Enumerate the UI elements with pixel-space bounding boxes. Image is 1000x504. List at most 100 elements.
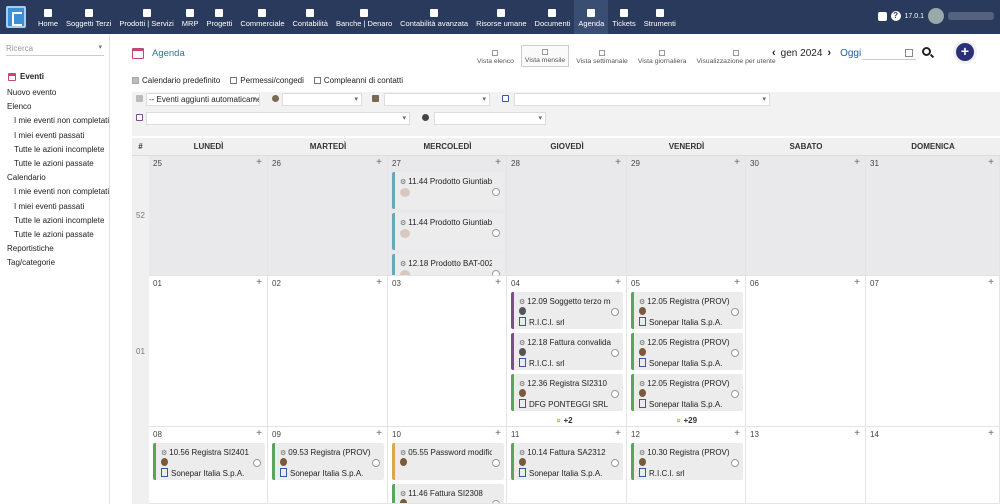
sidebar-item[interactable]: Calendario [0, 171, 110, 185]
add-event-in-day-button[interactable]: + [376, 277, 382, 288]
day-cell[interactable]: 25 + [149, 156, 268, 276]
day-cell[interactable]: 29 + [627, 156, 746, 276]
calendar-event[interactable]: 11.44 Prodotto Giuntiabc [392, 172, 504, 209]
day-cell[interactable]: 08 +10.56 Registra SI2401 Sonepar Italia S… [149, 427, 268, 504]
calendar-event[interactable]: 12.05 Registra (PROV) Sonepar Italia S.p.… [631, 333, 743, 370]
calendar-event[interactable]: 12.05 Registra (PROV) Sonepar Italia S.p.… [631, 292, 743, 329]
add-event-in-day-button[interactable]: + [256, 277, 262, 288]
day-cell[interactable]: 27 +11.44 Prodotto Giuntiabc 11.44 Prodott… [388, 156, 507, 276]
next-month-button[interactable]: › [827, 47, 831, 59]
sidebar-item[interactable]: Tutte le azioni passate [0, 228, 110, 242]
add-event-in-day-button[interactable]: + [376, 157, 382, 168]
event-company[interactable]: R.I.C.I. srl [519, 358, 565, 368]
prev-month-button[interactable]: ‹ [772, 47, 776, 59]
day-cell[interactable]: 13 + [746, 427, 866, 504]
add-event-in-day-button[interactable]: + [854, 428, 860, 439]
calendar-event[interactable]: 12.36 Registra SI2310 DFG PONTEGGI SRL [511, 374, 623, 411]
day-cell[interactable]: 02 + [268, 276, 388, 427]
add-event-in-day-button[interactable]: + [615, 428, 621, 439]
checkbox[interactable] [132, 77, 139, 84]
add-event-in-day-button[interactable]: + [376, 428, 382, 439]
app-logo[interactable] [6, 6, 26, 28]
nav-item-mrp[interactable]: MRP [178, 0, 203, 34]
add-event-in-day-button[interactable]: + [734, 157, 740, 168]
add-event-in-day-button[interactable]: + [854, 277, 860, 288]
view-button[interactable]: Vista settimanale [573, 45, 631, 67]
day-cell[interactable]: 12 +10.30 Registra (PROV) R.I.C.I. srl [627, 427, 746, 504]
calendar-event[interactable]: 10.30 Registra (PROV) R.I.C.I. srl [631, 443, 743, 480]
calendar-toggle[interactable]: Compleanni di contatti [313, 76, 403, 85]
calendar-toggle[interactable]: Calendario predefinito [132, 76, 220, 85]
event-company[interactable]: Sonepar Italia S.p.A. [161, 468, 244, 478]
nav-item-contabilit-[interactable]: Contabilità [289, 0, 332, 34]
complete-toggle[interactable] [492, 500, 500, 503]
sidebar-item[interactable]: Nuovo evento [0, 86, 110, 100]
nav-item-strumenti[interactable]: Strumenti [640, 0, 680, 34]
calendar-event[interactable]: 10.56 Registra SI2401 Sonepar Italia S.p.… [153, 443, 265, 480]
complete-toggle[interactable] [611, 459, 619, 467]
day-cell[interactable]: 01 + [149, 276, 268, 427]
complete-toggle[interactable] [731, 308, 739, 316]
complete-toggle[interactable] [611, 390, 619, 398]
calendar-event[interactable]: 12.09 Soggetto terzo modificato R.I.C.I. … [511, 292, 623, 329]
user-filter-select[interactable] [282, 93, 362, 106]
printer-icon[interactable] [877, 11, 887, 21]
calendar-event[interactable]: 12.18 Prodotto BAT-0021 [392, 254, 504, 275]
sidebar-item[interactable]: Tutte le azioni incomplete [0, 214, 110, 228]
add-event-in-day-button[interactable]: + [854, 157, 860, 168]
complete-toggle[interactable] [492, 229, 500, 237]
day-cell[interactable]: 07 + [866, 276, 1000, 427]
add-event-in-day-button[interactable]: + [256, 428, 262, 439]
sidebar-item[interactable]: Tag/categorie [0, 256, 110, 270]
add-event-in-day-button[interactable]: + [495, 157, 501, 168]
nav-item-documenti[interactable]: Documenti [531, 0, 575, 34]
day-cell[interactable]: 05 +12.05 Registra (PROV) Sonepar Italia S… [627, 276, 746, 427]
event-company[interactable]: Sonepar Italia S.p.A. [639, 317, 722, 327]
add-event-in-day-button[interactable]: + [256, 157, 262, 168]
day-cell[interactable]: 06 + [746, 276, 866, 427]
add-event-in-day-button[interactable]: + [495, 428, 501, 439]
complete-toggle[interactable] [492, 188, 500, 196]
event-company[interactable]: Sonepar Italia S.p.A. [639, 358, 722, 368]
user-name-blurred[interactable] [948, 12, 994, 20]
today-button[interactable]: Oggi [840, 48, 861, 59]
event-company[interactable]: Sonepar Italia S.p.A. [639, 399, 722, 409]
nav-item-progetti[interactable]: Progetti [202, 0, 236, 34]
sidebar-item[interactable]: Reportistiche [0, 242, 110, 256]
nav-item-tickets[interactable]: Tickets [608, 0, 639, 34]
group-filter-select[interactable] [384, 93, 490, 106]
complete-toggle[interactable] [731, 390, 739, 398]
events-filter-select[interactable]: -- Eventi aggiunti automaticamente -- [146, 93, 260, 106]
nav-item-commerciale[interactable]: Commerciale [236, 0, 288, 34]
sidebar-item[interactable]: Elenco [0, 100, 110, 114]
view-button[interactable]: Vista giornaliera [635, 45, 690, 67]
complete-toggle[interactable] [731, 349, 739, 357]
nav-item-home[interactable]: Home [34, 0, 62, 34]
nav-item-contabilit-avanzata[interactable]: Contabilità avanzata [396, 0, 472, 34]
sidebar-search-input[interactable]: Ricerca [6, 42, 104, 56]
calendar-event[interactable]: 12.18 Fattura convalidata R.I.C.I. srl [511, 333, 623, 370]
event-company[interactable]: R.I.C.I. srl [639, 468, 685, 478]
day-cell[interactable]: 04 +12.09 Soggetto terzo modificato R.I.C.… [507, 276, 627, 427]
add-event-in-day-button[interactable]: + [988, 428, 994, 439]
add-event-in-day-button[interactable]: + [988, 277, 994, 288]
event-company[interactable]: Sonepar Italia S.p.A. [519, 468, 602, 478]
sidebar-item[interactable]: I mie eventi non completati [0, 185, 110, 199]
help-icon[interactable]: ? [890, 11, 901, 21]
date-picker-input[interactable] [862, 46, 916, 60]
type-filter-select[interactable] [434, 112, 546, 125]
calendar-event[interactable]: 11.46 Fattura SI2308 [392, 484, 504, 503]
complete-toggle[interactable] [253, 459, 261, 467]
calendar-event[interactable]: 09.53 Registra (PROV) Sonepar Italia S.p.… [272, 443, 384, 480]
sidebar-item[interactable]: I miei eventi passati [0, 200, 110, 214]
day-cell[interactable]: 14 + [866, 427, 1000, 504]
complete-toggle[interactable] [372, 459, 380, 467]
project-filter-select[interactable] [146, 112, 410, 125]
sidebar-item[interactable]: Tutte le azioni passate [0, 157, 110, 171]
checkbox[interactable] [313, 77, 321, 84]
more-events-button[interactable]: +29 [677, 416, 697, 425]
sidebar-item[interactable]: I mie eventi non completati [0, 114, 110, 128]
event-company[interactable]: Sonepar Italia S.p.A. [280, 468, 363, 478]
sidebar-item[interactable]: Tutte le azioni incomplete [0, 143, 110, 157]
day-cell[interactable]: 30 + [746, 156, 866, 276]
